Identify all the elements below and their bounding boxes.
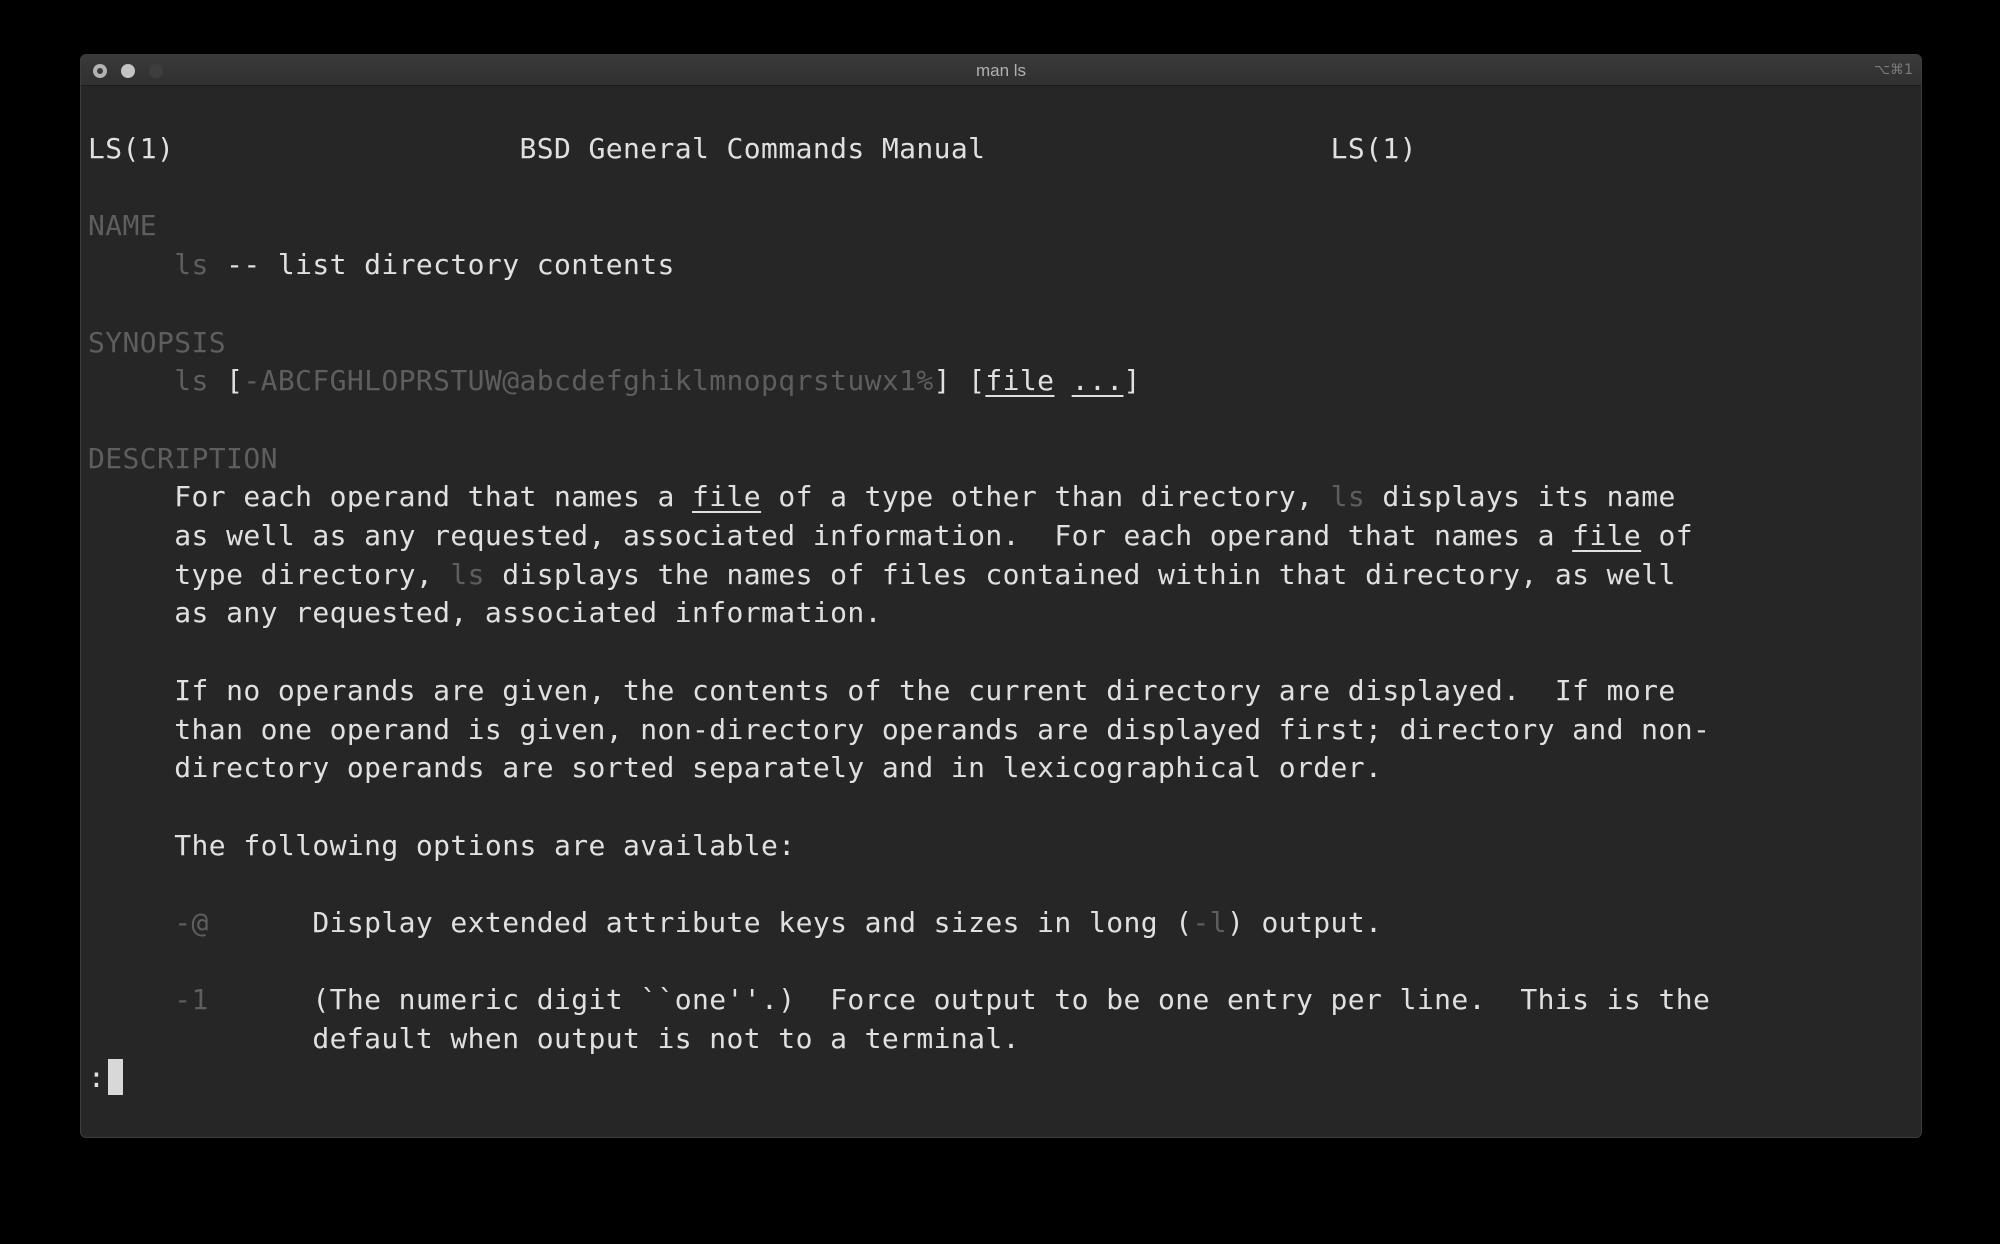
synopsis-bracket-close: ] bbox=[1123, 364, 1141, 398]
option-text: Display extended attribute keys and size… bbox=[312, 906, 1193, 940]
terminal-window: man ls ⌥⌘1 LS(1) BSD General Commands Ma… bbox=[80, 54, 1922, 1138]
desc-text: of a type other than directory, bbox=[761, 480, 1331, 514]
desc-text: of bbox=[1641, 519, 1693, 553]
synopsis-flags: -ABCFGHLOPRSTUW@abcdefghiklmnopqrstuwx1% bbox=[243, 364, 934, 398]
header-right: LS(1) bbox=[1330, 132, 1417, 165]
desc-text: displays its name bbox=[1365, 480, 1676, 514]
option-ref: -l bbox=[1192, 906, 1228, 940]
option-text: (The numeric digit ``one''.) Force outpu… bbox=[312, 983, 1711, 1017]
keyboard-shortcut-label: ⌥⌘1 bbox=[1873, 62, 1913, 78]
desc-p2-line: If no operands are given, the contents o… bbox=[174, 673, 1676, 707]
synopsis-heading: SYNOPSIS bbox=[88, 325, 227, 359]
synopsis-bracket-mid: ] [ bbox=[933, 364, 986, 398]
desc-p3: The following options are available: bbox=[174, 828, 796, 862]
desc-file-ref: file bbox=[1572, 519, 1642, 553]
option-flag: -1 bbox=[174, 983, 209, 1017]
desc-text: displays the names of files contained wi… bbox=[484, 557, 1676, 591]
header-center: BSD General Commands Manual bbox=[519, 132, 986, 165]
desc-text: as any requested, associated information… bbox=[174, 596, 882, 630]
desc-p2-line: than one operand is given, non-directory… bbox=[174, 712, 1711, 746]
header-left: LS(1) bbox=[88, 132, 175, 165]
option-flag: -@ bbox=[174, 906, 209, 940]
synopsis-ellipsis: ... bbox=[1071, 364, 1124, 398]
name-command: ls bbox=[174, 248, 209, 282]
description-heading: DESCRIPTION bbox=[88, 441, 278, 475]
desc-ls-ref: ls bbox=[1330, 480, 1366, 514]
terminal-content[interactable]: LS(1) BSD General Commands Manual LS(1) … bbox=[88, 130, 1710, 1098]
name-summary: -- list directory contents bbox=[208, 248, 675, 282]
name-heading: NAME bbox=[88, 209, 158, 243]
text-cursor bbox=[108, 1058, 124, 1095]
pager-prompt: : bbox=[88, 1060, 106, 1094]
title-bar[interactable]: man ls ⌥⌘1 bbox=[81, 55, 1921, 86]
synopsis-bracket-open: [ bbox=[208, 364, 244, 398]
option-text: ) output. bbox=[1227, 906, 1383, 940]
desc-text: For each operand that names a bbox=[174, 480, 693, 514]
desc-text: type directory, bbox=[174, 557, 451, 591]
desc-p2-line: directory operands are sorted separately… bbox=[174, 751, 1383, 785]
synopsis-file-arg: file bbox=[985, 364, 1055, 398]
desc-text: as well as any requested, associated inf… bbox=[174, 519, 1573, 553]
option-text: default when output is not to a terminal… bbox=[312, 1022, 1020, 1056]
desc-file-ref: file bbox=[692, 480, 762, 514]
window-title: man ls bbox=[975, 61, 1027, 80]
desc-ls-ref: ls bbox=[450, 557, 485, 591]
synopsis-command: ls bbox=[174, 364, 209, 398]
